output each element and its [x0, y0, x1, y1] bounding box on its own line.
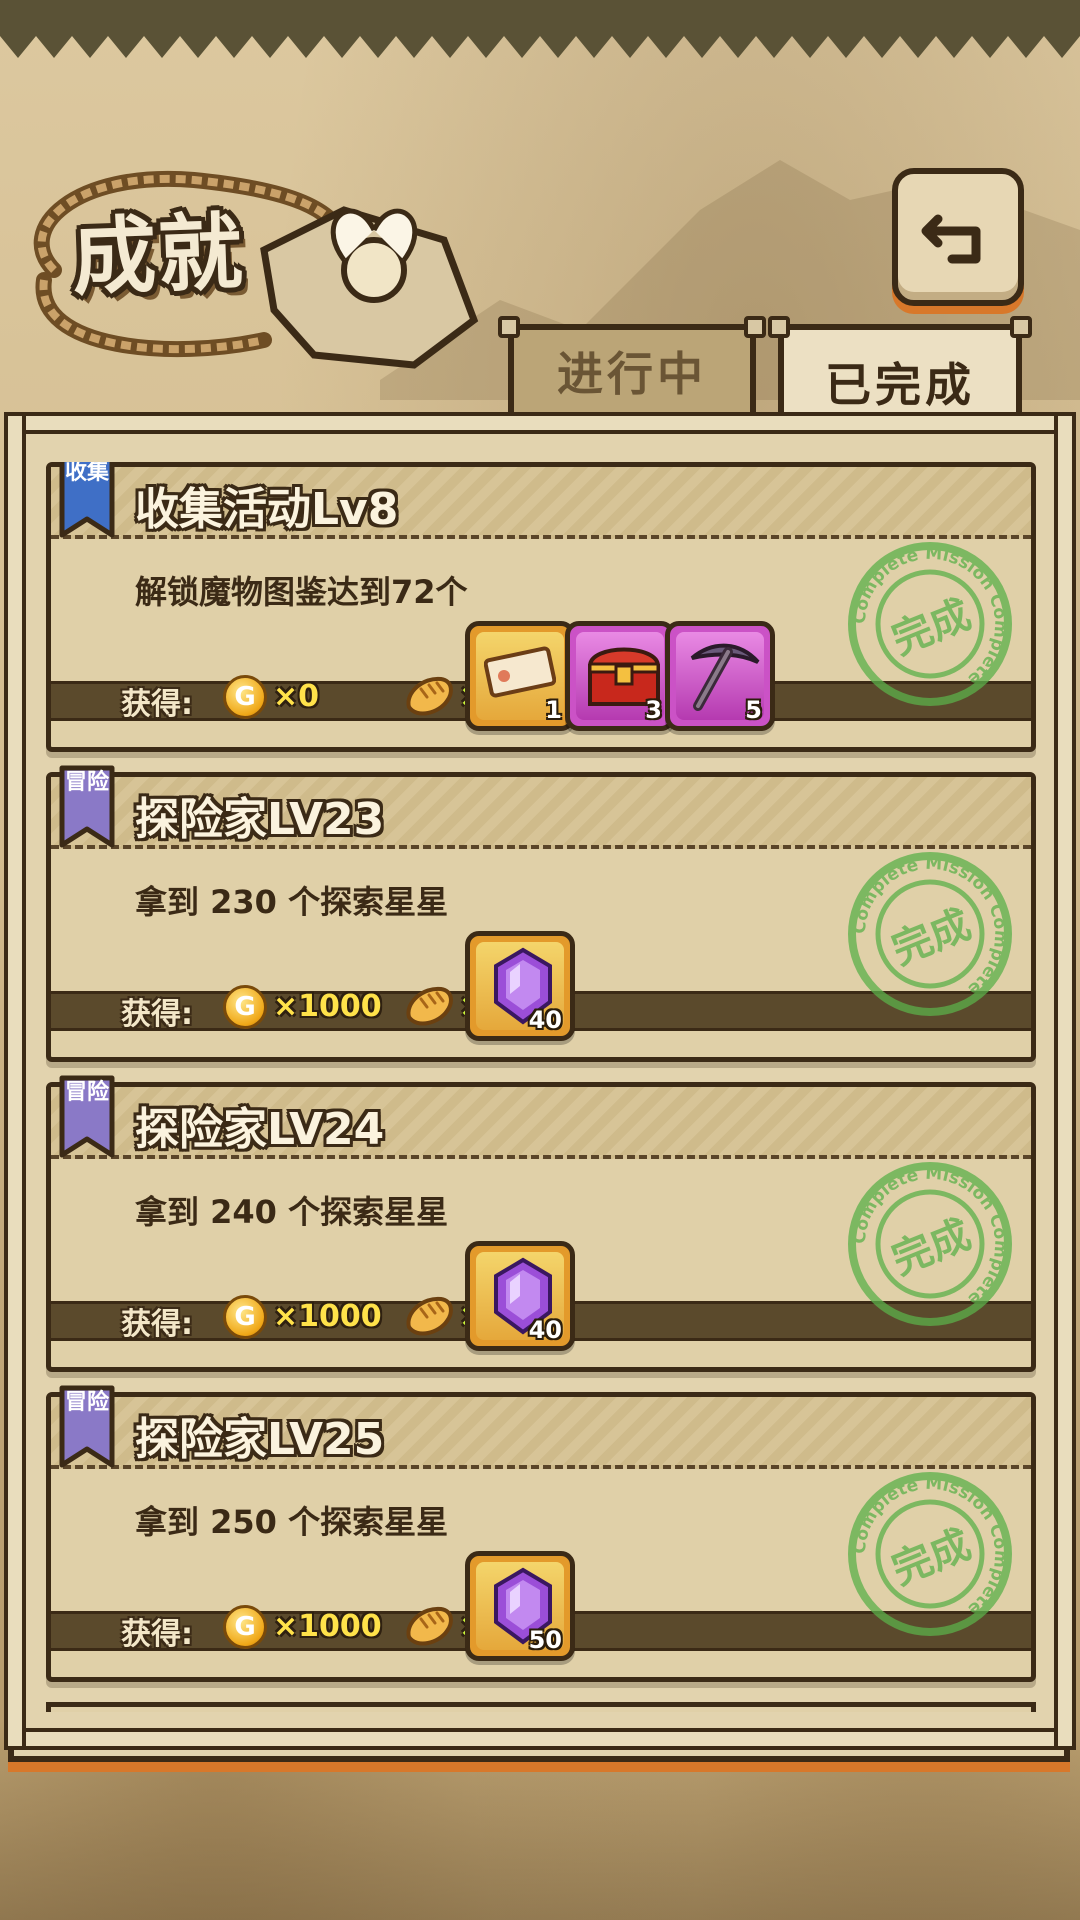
reward-item-slot[interactable]: 50: [465, 1551, 575, 1661]
category-badge-label: 收集: [64, 462, 109, 485]
achievement-card: 冒险 探险家LV25 拿到 250 个探索星星 获得: G ×1000 ×5 5…: [46, 1385, 1036, 1682]
bread-icon: [406, 986, 453, 1026]
tab-cap: [498, 316, 520, 338]
reward-label: 获得:: [121, 687, 193, 722]
tab-in-progress-label: 进行中: [557, 347, 707, 401]
complete-stamp: Complete Mission Complete 完成: [845, 849, 1015, 1019]
category-badge-label: 冒险: [64, 1080, 109, 1105]
category-badge: 冒险: [59, 1075, 115, 1161]
achievement-title: 探险家LV25: [135, 1414, 385, 1465]
achievement-title: 探险家LV24: [135, 1104, 385, 1155]
gold-coin-icon: G: [223, 1605, 267, 1649]
achievement-description: 拿到 250 个探索星星: [135, 1503, 449, 1541]
achievement-title: 探险家LV23: [135, 794, 385, 845]
achievement-list[interactable]: 收集 收集活动Lv8 解锁魔物图鉴达到72个 获得: G ×0 ×0 135 C…: [46, 462, 1036, 1712]
reward-label: 获得:: [121, 997, 193, 1032]
complete-stamp: Complete Mission Complete 完成: [845, 1469, 1015, 1639]
reward-item-slot[interactable]: 1: [465, 621, 575, 731]
return-arrow-icon: [921, 214, 981, 264]
coin-reward-amount: ×1000: [273, 1609, 382, 1644]
complete-stamp: Complete Mission Complete 完成: [845, 539, 1015, 709]
bread-icon: [406, 676, 453, 716]
category-badge: 冒险: [59, 1385, 115, 1471]
achievement-description: 解锁魔物图鉴达到72个: [135, 573, 468, 611]
tab-cap: [1010, 316, 1032, 338]
coin-reward-amount: ×0: [273, 679, 320, 714]
category-badge: 收集: [59, 462, 115, 541]
reward-item-quantity: 1: [545, 696, 562, 724]
reward-label: 获得:: [121, 1617, 193, 1652]
reward-item-quantity: 40: [528, 1006, 562, 1034]
achievement-description: 拿到 230 个探索星星: [135, 883, 449, 921]
achievement-description: 拿到 240 个探索星星: [135, 1193, 449, 1231]
gold-coin-icon: G: [223, 675, 267, 719]
category-badge-label: 冒险: [64, 770, 109, 795]
bread-icon: [406, 1296, 453, 1336]
reward-item-quantity: 40: [528, 1316, 562, 1344]
tab-cap: [768, 316, 790, 338]
tab-in-progress[interactable]: 进行中: [498, 316, 766, 412]
reward-item-slot[interactable]: 40: [465, 931, 575, 1041]
achievement-card: 冒险 探险家LV23 拿到 230 个探索星星 获得: G ×1000 ×5 4…: [46, 765, 1036, 1062]
reward-item-quantity: 3: [645, 696, 662, 724]
achievement-card: 冒险 探险家LV24 拿到 240 个探索星星 获得: G ×1000 ×5 4…: [46, 1075, 1036, 1372]
gold-coin-icon: G: [223, 985, 267, 1029]
bread-icon: [406, 1606, 453, 1646]
reward-item-quantity: 5: [745, 696, 762, 724]
reward-item-slot[interactable]: 40: [465, 1241, 575, 1351]
category-badge-label: 冒险: [64, 1390, 109, 1415]
panel-rail-left: [4, 412, 26, 1750]
top-border-decoration: [0, 0, 1080, 58]
panel-rail-top: [4, 412, 1076, 434]
coin-reward-amount: ×1000: [273, 1299, 382, 1334]
back-button[interactable]: [892, 168, 1024, 306]
tab-cap: [744, 316, 766, 338]
achievement-card-partial: [46, 1702, 1036, 1712]
complete-stamp: Complete Mission Complete 完成: [845, 1159, 1015, 1329]
reward-item-quantity: 50: [528, 1626, 562, 1654]
achievement-title: 收集活动Lv8: [135, 484, 399, 535]
category-badge: 冒险: [59, 765, 115, 851]
reward-item-slot[interactable]: 3: [565, 621, 675, 731]
panel-rail-bottom: [4, 1728, 1076, 1750]
reward-item-slot[interactable]: 5: [665, 621, 775, 731]
tab-completed-label: 已完成: [825, 358, 975, 412]
achievement-card: 收集 收集活动Lv8 解锁魔物图鉴达到72个 获得: G ×0 ×0 135 C…: [46, 462, 1036, 752]
page-title: 成就: [70, 202, 246, 307]
coin-reward-amount: ×1000: [273, 989, 382, 1024]
gold-coin-icon: G: [223, 1295, 267, 1339]
panel-rail-right: [1054, 412, 1076, 1750]
reward-label: 获得:: [121, 1307, 193, 1342]
